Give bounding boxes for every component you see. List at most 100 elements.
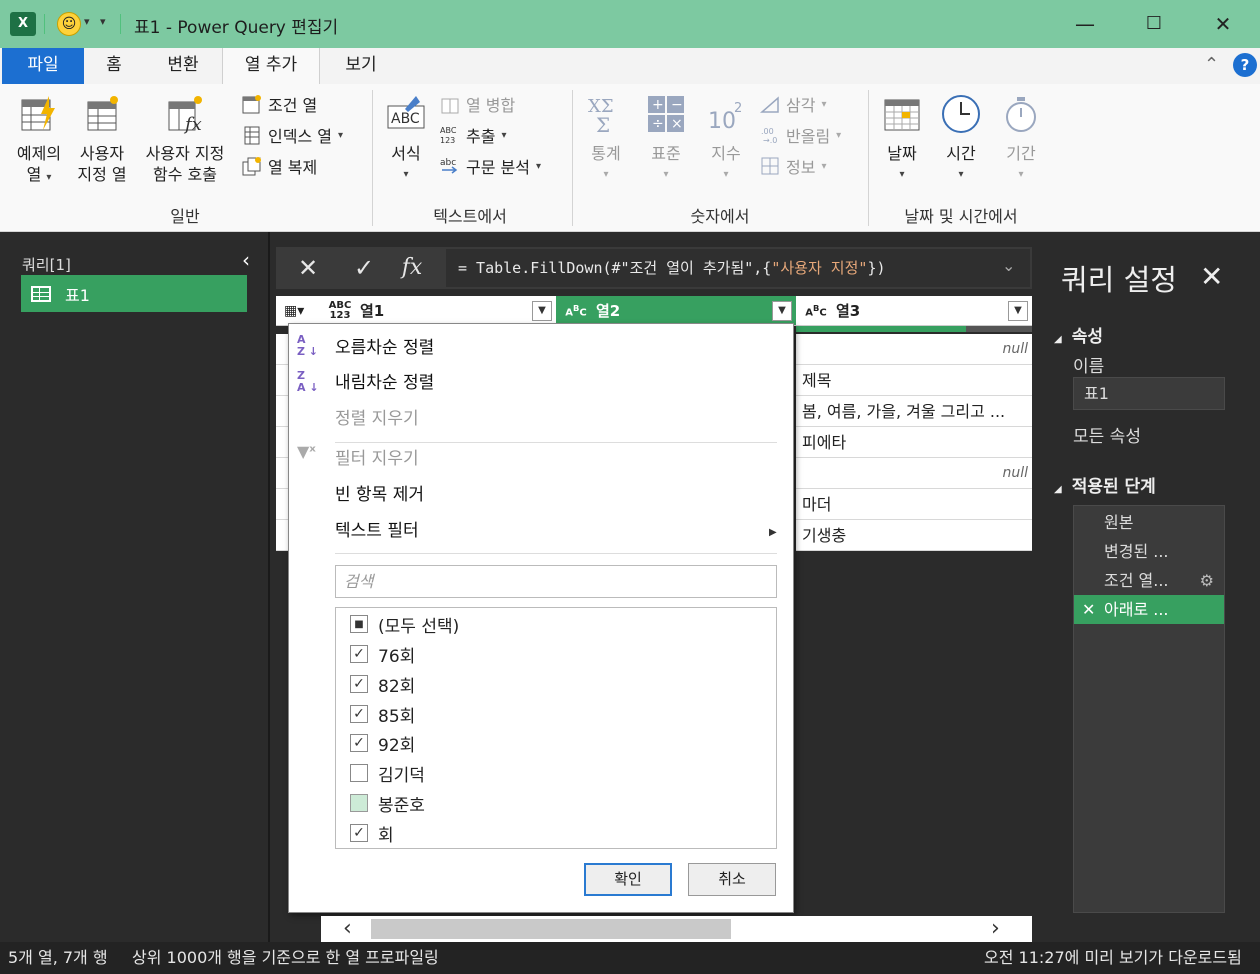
- standard-label: 표준: [651, 144, 681, 163]
- table-cell[interactable]: 기생충: [796, 520, 1032, 551]
- column-header-col1[interactable]: ABC 123 열1 ▼: [320, 296, 556, 326]
- collapse-ribbon-icon[interactable]: ⌃: [1204, 54, 1219, 75]
- filter-value-item[interactable]: ✓ 회: [350, 819, 394, 847]
- extract-label: 추출: [466, 127, 496, 146]
- checkbox[interactable]: [350, 794, 368, 812]
- step-fill-down[interactable]: ✕ 아래로 ...: [1074, 595, 1224, 624]
- function-fx-icon[interactable]: fx: [386, 247, 438, 289]
- filter-value-item[interactable]: ✓ 92회: [350, 729, 415, 757]
- tab-add-column[interactable]: 열 추가: [222, 48, 320, 84]
- conditional-column-button[interactable]: 조건 열: [242, 92, 317, 116]
- extract-button[interactable]: ABC 123 추출 ▾: [440, 123, 506, 147]
- format-icon: ABC: [387, 96, 425, 129]
- step-changed-type[interactable]: 변경된 ...: [1074, 537, 1224, 566]
- sort-ascending-item[interactable]: 오름차순 정렬: [335, 333, 434, 363]
- checkbox[interactable]: ✓: [350, 675, 368, 693]
- scientific-icon: 102: [708, 101, 742, 134]
- filter-search-input[interactable]: 검색: [335, 565, 777, 598]
- help-icon[interactable]: ?: [1233, 53, 1257, 77]
- horizontal-scrollbar[interactable]: ‹ ›: [321, 916, 1032, 942]
- filter-value-item[interactable]: 봉준호: [350, 789, 425, 817]
- checkbox[interactable]: ■: [350, 615, 368, 633]
- conditional-column-label: 조건 열: [268, 96, 318, 115]
- minimize-button[interactable]: —: [1062, 8, 1108, 40]
- query-name-input[interactable]: 표1: [1073, 377, 1225, 410]
- filter-values-list: ■ (모두 선택) ✓ 76회 ✓ 82회 ✓ 85회 ✓ 92회 김기덕 봉준호 ✓ 회: [335, 607, 777, 849]
- feedback-smiley-icon[interactable]: ☺: [57, 12, 81, 36]
- invoke-custom-function-button[interactable]: fx 사용자 지정 함수 호출: [136, 94, 234, 185]
- cancel-button[interactable]: 취소: [688, 863, 776, 896]
- tab-file[interactable]: 파일: [2, 48, 84, 84]
- scroll-right-icon[interactable]: ›: [991, 916, 1000, 942]
- text-filters-item[interactable]: 텍스트 필터: [335, 516, 419, 546]
- feedback-dropdown-icon[interactable]: ▾: [84, 15, 90, 28]
- column-header-col2[interactable]: ABC 열2 ▼: [556, 296, 796, 326]
- group-separator: [572, 90, 573, 226]
- applied-steps-list: 원본 변경된 ... 조건 열... ⚙ ✕ 아래로 ...: [1073, 505, 1225, 913]
- formula-input[interactable]: = Table.FillDown(#"조건 열이 추가됨",{"사용자 지정"}…: [446, 249, 1030, 287]
- table-cell[interactable]: null: [796, 458, 1032, 489]
- filter-value-item[interactable]: ✓ 82회: [350, 670, 415, 698]
- checkbox[interactable]: ✓: [350, 645, 368, 663]
- parse-button[interactable]: abc 구문 분석 ▾: [440, 154, 541, 178]
- sort-descending-item[interactable]: 내림차순 정렬: [335, 368, 434, 398]
- cancel-formula-icon[interactable]: ✕: [282, 247, 334, 289]
- table-cell[interactable]: 제목: [796, 365, 1032, 396]
- filter-value-label: 85회: [378, 706, 416, 727]
- column-header-label: 열3: [836, 302, 861, 320]
- column-header-col3[interactable]: ABC 열3 ▼: [796, 296, 1032, 326]
- tab-home[interactable]: 홈: [90, 48, 138, 84]
- close-settings-icon[interactable]: ✕: [1200, 260, 1223, 293]
- query-item-table1[interactable]: 표1: [21, 275, 247, 312]
- properties-section[interactable]: ◢ 속성: [1054, 322, 1103, 347]
- tab-view[interactable]: 보기: [330, 48, 392, 84]
- table-cell[interactable]: 마더: [796, 489, 1032, 520]
- scrollbar-thumb[interactable]: [371, 919, 731, 939]
- table-options-button[interactable]: ▦▾: [276, 296, 320, 326]
- status-preview-time: 오전 11:27에 미리 보기가 다운로드됨: [984, 948, 1242, 967]
- queries-pane: 쿼리[1] ‹ 표1: [0, 232, 268, 942]
- gear-icon[interactable]: ⚙: [1200, 566, 1214, 595]
- scientific-label: 지수: [711, 144, 741, 163]
- commit-formula-icon[interactable]: ✓: [338, 247, 390, 289]
- scientific-dropdown-icon: ▾: [723, 169, 729, 180]
- filter-value-item[interactable]: ✓ 85회: [350, 700, 415, 728]
- status-profiling[interactable]: 상위 1000개 행을 기준으로 한 열 프로파일링: [132, 942, 439, 974]
- close-button[interactable]: ✕: [1200, 8, 1246, 40]
- tab-transform[interactable]: 변환: [150, 48, 216, 84]
- step-source[interactable]: 원본: [1074, 508, 1224, 537]
- applied-steps-section[interactable]: ◢ 적용된 단계: [1054, 472, 1156, 497]
- table-cell[interactable]: 피에타: [796, 427, 1032, 458]
- column-filter-dropdown-icon[interactable]: ▼: [532, 301, 552, 321]
- filter-value-item[interactable]: 김기덕: [350, 759, 425, 787]
- all-properties-link[interactable]: 모든 속성: [1073, 422, 1141, 447]
- table-cell[interactable]: null: [796, 334, 1032, 365]
- checkbox[interactable]: [350, 764, 368, 782]
- checkbox[interactable]: ✓: [350, 734, 368, 752]
- step-conditional-column[interactable]: 조건 열... ⚙: [1074, 566, 1224, 595]
- remove-empty-item[interactable]: 빈 항목 제거: [335, 480, 424, 510]
- checkbox[interactable]: ✓: [350, 705, 368, 723]
- duration-button: 기간 ▾: [996, 94, 1046, 185]
- index-column-button[interactable]: 인덱스 열 ▾: [242, 123, 343, 147]
- filter-value-item[interactable]: ✓ 76회: [350, 640, 415, 668]
- column-from-examples-button[interactable]: 예제의 열 ▾: [10, 94, 68, 188]
- date-button[interactable]: 날짜 ▾: [878, 94, 926, 185]
- svg-text:.00: .00: [761, 127, 774, 136]
- column-filter-dropdown-icon[interactable]: ▼: [1008, 301, 1028, 321]
- duplicate-column-button[interactable]: 열 복제: [242, 154, 317, 178]
- delete-step-icon[interactable]: ✕: [1082, 595, 1095, 624]
- time-button[interactable]: 시간 ▾: [936, 94, 986, 185]
- ok-button[interactable]: 확인: [584, 863, 672, 896]
- expand-formula-icon[interactable]: ⌄: [1002, 256, 1015, 275]
- quick-access-customize-icon[interactable]: ▾: [100, 15, 106, 28]
- filter-value-select-all[interactable]: ■ (모두 선택): [350, 610, 459, 638]
- format-button[interactable]: ABC 서식 ▾: [380, 94, 432, 185]
- custom-column-button[interactable]: 사용자 지정 열: [72, 94, 132, 185]
- maximize-button[interactable]: ☐: [1131, 8, 1177, 40]
- checkbox[interactable]: ✓: [350, 824, 368, 842]
- collapse-queries-icon[interactable]: ‹: [242, 248, 250, 272]
- table-cell[interactable]: 봄, 여름, 가을, 겨울 그리고 ...: [796, 396, 1032, 427]
- column-filter-dropdown-icon[interactable]: ▼: [772, 301, 792, 321]
- scroll-left-icon[interactable]: ‹: [343, 916, 352, 942]
